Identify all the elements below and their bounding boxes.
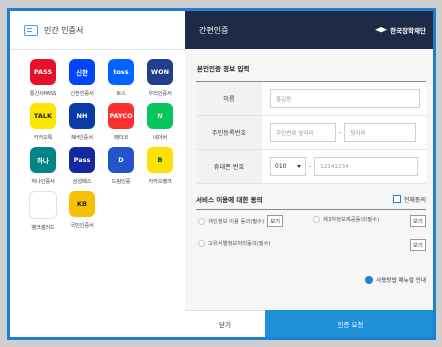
close-button[interactable]: 닫기 (185, 310, 265, 337)
cert-app-label: 카카오톡 (33, 135, 53, 141)
auth-request-button[interactable]: 인증 요청 (265, 310, 433, 337)
cert-app-kakaotalk[interactable]: TALK 카카오톡 (24, 103, 62, 141)
manual-guide-label: 사용방법 매뉴얼 안내 (376, 278, 426, 284)
view-button[interactable]: 보기 (410, 215, 426, 227)
phone-label: 휴대폰 번호 (196, 150, 262, 183)
auth-dialog: 민간 인증서 PASS 통신사PASS 신한신한인증서 toss 토스 WON 우리인증서 T… (7, 8, 436, 340)
cert-app-samsungpass[interactable]: Pass 삼성패스 (63, 147, 101, 185)
toss-logo-icon: toss (108, 59, 134, 85)
agreement-radio[interactable] (313, 215, 320, 223)
rrn-dash: - (339, 129, 342, 136)
cert-app-nh[interactable]: NH NH인증서 (63, 103, 101, 141)
cert-app-naver[interactable]: N 네이버 (141, 103, 179, 141)
private-cert-header: 민간 인증서 (10, 11, 185, 50)
rrn-back-input[interactable]: 뒷자리 (344, 123, 417, 142)
brand-logo: 한국장학재단 (375, 25, 426, 35)
agreement-item[interactable]: 제3자정보제공동의(필수) (313, 215, 379, 223)
simple-auth-panel: 간편인증 한국장학재단 본인인증 정보 입력 이름 홍길동 주민등록번호 주민번… (185, 11, 433, 337)
cert-app-label: 하나인증서 (31, 179, 55, 185)
nh-logo-icon: NH (69, 103, 95, 129)
name-row: 이름 홍길동 (196, 82, 426, 116)
cert-app-label: 네이버 (152, 135, 168, 141)
agreement-section-title: 서비스 이용에 대한 동의 (196, 196, 263, 204)
shinhan-logo-icon: 신한 (69, 59, 95, 85)
agreement-radio[interactable] (198, 239, 205, 247)
agree-all-toggle[interactable]: 전체동의 (392, 195, 426, 204)
cert-app-label: 카카오뱅크 (148, 179, 172, 185)
cert-app-pass[interactable]: PASS 통신사PASS (24, 59, 62, 97)
agreement-header: 서비스 이용에 대한 동의 전체동의 (196, 194, 426, 204)
cert-app-label: 통신사PASS (29, 91, 57, 97)
cert-app-toss[interactable]: toss 토스 (102, 59, 140, 97)
cert-app-label: NH인증서 (71, 135, 93, 141)
woori-logo-icon: WON (147, 59, 173, 85)
agreement-item[interactable]: 고유식별정보처리동의(필수) (198, 239, 271, 247)
phone-row: 휴대폰 번호 010 - 12341234 (196, 150, 426, 184)
cert-app-grid: PASS 통신사PASS 신한신한인증서 toss 토스 WON 우리인증서 TALK 카카오톡… (24, 59, 179, 231)
hana-logo-icon: 하나 (30, 147, 56, 173)
agreement-radio[interactable] (198, 217, 205, 225)
agreement-view: 보기 (410, 239, 426, 251)
simple-auth-header: 간편인증 한국장학재단 (185, 11, 433, 49)
identity-form: 이름 홍길동 주민등록번호 주민번호 앞자리 - 뒷자리 휴대폰 번호 010 … (196, 81, 426, 184)
agree-all-checkbox[interactable] (392, 195, 401, 203)
view-button[interactable]: 보기 (267, 215, 283, 227)
graduation-cap-icon (375, 27, 388, 33)
cert-app-label: 삼성패스 (72, 179, 92, 185)
agreement-item[interactable]: 개인정보 이용 동의(필수) 보기 (198, 215, 283, 227)
cert-app-payco[interactable]: PAYCO 페이코 (102, 103, 140, 141)
samsungpass-logo-icon: Pass (69, 147, 95, 173)
phone-prefix-value: 010 (275, 163, 287, 170)
certificate-icon (24, 24, 38, 36)
brand-name: 한국장학재단 (390, 27, 426, 35)
naver-logo-icon: N (147, 103, 173, 129)
cert-app-label: 우리인증서 (148, 91, 172, 97)
cert-app-label: 페이코 (113, 135, 129, 141)
cert-app-label: 뱅크샐러드 (31, 225, 55, 231)
cert-app-shinhan[interactable]: 신한신한인증서 (63, 59, 101, 97)
rrn-row: 주민등록번호 주민번호 앞자리 - 뒷자리 (196, 116, 426, 150)
cert-app-kakaobank[interactable]: B 카카오뱅크 (141, 147, 179, 185)
dialog-actions: 닫기 인증 요청 (185, 310, 433, 337)
phone-dash: - (309, 163, 312, 170)
agreement-label: 고유식별정보처리동의(필수) (208, 241, 271, 247)
cert-app-woori[interactable]: WON 우리인증서 (141, 59, 179, 97)
view-button[interactable]: 보기 (410, 239, 426, 251)
pass-logo-icon: PASS (30, 59, 56, 85)
dream-logo-icon: D (108, 147, 134, 173)
user-icon (365, 276, 374, 284)
agreement-list: 개인정보 이용 동의(필수) 보기 제3자정보제공동의(필수) 보기 고유식별정… (196, 209, 426, 262)
manual-guide-link[interactable]: 사용방법 매뉴얼 안내 (365, 276, 426, 284)
kakaotalk-logo-icon: TALK (30, 103, 56, 129)
cert-app-banksalad[interactable]: 뱅크샐러드 (24, 191, 62, 231)
kakaobank-logo-icon: B (147, 147, 173, 173)
agreement-label: 제3자정보제공동의(필수) (323, 217, 380, 223)
cert-app-dream[interactable]: D 드림인증 (102, 147, 140, 185)
cert-app-label: 국민인증서 (70, 223, 94, 229)
simple-auth-title: 간편인증 (199, 25, 229, 35)
identity-section-title: 본인인증 정보 입력 (197, 65, 250, 73)
cert-app-kb[interactable]: KB 국민인증서 (63, 191, 101, 231)
private-cert-panel: 민간 인증서 PASS 통신사PASS 신한신한인증서 toss 토스 WON 우리인증서 T… (10, 11, 185, 337)
chevron-down-icon (297, 165, 301, 168)
agreement-label: 개인정보 이용 동의(필수) (208, 219, 265, 225)
kb-logo-icon: KB (69, 191, 95, 217)
agreement-view: 보기 (410, 215, 426, 227)
cert-app-hana[interactable]: 하나하나인증서 (24, 147, 62, 185)
rrn-front-input[interactable]: 주민번호 앞자리 (270, 123, 336, 142)
name-input[interactable]: 홍길동 (270, 89, 420, 108)
name-label: 이름 (196, 82, 262, 115)
cert-app-label: 드림인증 (111, 179, 131, 185)
cert-app-label: 신한인증서 (70, 91, 94, 97)
payco-logo-icon: PAYCO (108, 103, 134, 129)
cert-app-label: 토스 (116, 91, 126, 97)
agree-all-label: 전체동의 (403, 196, 426, 204)
private-cert-title: 민간 인증서 (44, 25, 84, 35)
phone-number-input[interactable]: 12341234 (314, 157, 419, 176)
rrn-label: 주민등록번호 (196, 116, 262, 149)
banksalad-logo-icon (29, 191, 57, 219)
phone-prefix-select[interactable]: 010 (270, 157, 306, 176)
